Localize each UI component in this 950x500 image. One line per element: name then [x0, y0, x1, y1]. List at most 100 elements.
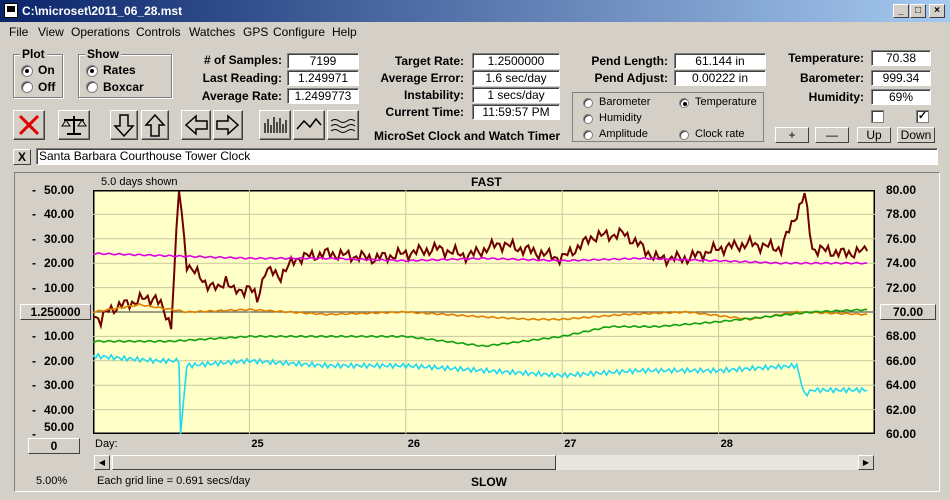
show-boxcar-radio[interactable] [86, 81, 98, 93]
menu-operations[interactable]: Operations [71, 25, 130, 39]
right-axis-label: 76.00 [886, 231, 917, 246]
shift-right-button[interactable] [213, 110, 243, 140]
left-axis-dash: - [32, 378, 36, 393]
shift-left-button[interactable] [181, 110, 211, 140]
left-axis-dash: - [32, 231, 36, 246]
close-x-icon [18, 114, 40, 136]
scroll-thumb[interactable] [112, 455, 556, 470]
chart-top-caption: FAST [471, 175, 502, 189]
menu-controls[interactable]: Controls [136, 25, 181, 39]
left-axis-label: 30.00 [44, 378, 75, 393]
temperature-radio[interactable] [679, 98, 689, 108]
right-axis-label: 80.00 [886, 183, 917, 197]
barometer-value: 999.34 [871, 70, 931, 86]
horizontal-scrollbar[interactable]: ◀ ▶ [93, 454, 875, 471]
x-axis-label: Day: [95, 438, 118, 450]
left-axis-label: 10.00 [44, 280, 75, 295]
left-axis-label: 40.00 [44, 402, 75, 417]
menu-gps[interactable]: GPS [243, 25, 268, 39]
left-axis-dash: - [32, 280, 36, 295]
plot-off-radio[interactable] [21, 81, 33, 93]
right-axis-label: 68.00 [886, 329, 917, 344]
right-axis-label: 66.00 [886, 353, 917, 368]
menu-view[interactable]: View [38, 25, 64, 39]
center-rate-button[interactable]: 1.250000 [20, 304, 91, 320]
menu-watches[interactable]: Watches [189, 25, 235, 39]
amplitude-option-label: Amplitude [599, 128, 648, 140]
samples-value: 7199 [287, 53, 359, 69]
samples-label: # of Samples: [203, 53, 282, 67]
humidity-option-label: Humidity [599, 112, 642, 124]
humidity-radio[interactable] [583, 114, 593, 124]
target-rate-value: 1.2500000 [472, 53, 560, 69]
barometer-radio[interactable] [583, 98, 593, 108]
menu-file[interactable]: File [9, 25, 28, 39]
humidity-checkbox-1[interactable] [871, 110, 884, 123]
amplitude-radio[interactable] [583, 130, 593, 140]
maximize-button[interactable]: □ [910, 4, 926, 18]
x-axis-label: 28 [720, 438, 733, 450]
current-time-value: 11:59:57 PM [472, 104, 560, 120]
description-clear-button[interactable]: X [13, 149, 31, 165]
left-axis-dash: - [32, 183, 36, 197]
temperature-value: 70.38 [871, 50, 931, 66]
title-bar[interactable]: C:\microset\2011_06_28.mst _ □ × [0, 0, 950, 22]
shift-up-button[interactable] [141, 110, 169, 140]
close-window-button[interactable]: × [929, 4, 945, 18]
left-axis-label: 40.00 [44, 207, 75, 222]
menu-help[interactable]: Help [332, 25, 357, 39]
smooth-graph-button[interactable] [327, 110, 359, 140]
minimize-button[interactable]: _ [893, 4, 909, 18]
left-axis-dash: - [32, 207, 36, 222]
plot-off-label: Off [38, 80, 56, 94]
x-axis-label: 27 [564, 438, 577, 450]
average-rate-value: 1.2499773 [287, 88, 359, 104]
scroll-right-button[interactable]: ▶ [858, 455, 874, 470]
right-center-button[interactable]: 70.00 [880, 304, 936, 320]
scale-down-button[interactable]: Down [897, 127, 935, 143]
right-axis-label: 60.00 [886, 427, 917, 441]
humidity-checkbox-2[interactable]: ✓ [916, 110, 929, 123]
barometer-option-label: Barometer [599, 96, 651, 108]
plot-on-radio[interactable] [21, 65, 33, 77]
instability-value: 1 secs/day [472, 87, 560, 103]
menu-bar: File View Operations Controls Watches GP… [0, 22, 950, 42]
left-axis-label: 10.00 [44, 329, 75, 344]
zoom-level: 5.00% [36, 475, 68, 487]
show-rates-radio[interactable] [86, 65, 98, 77]
wave-graph-icon [330, 119, 356, 133]
balance-button[interactable] [58, 110, 90, 140]
barometer-label: Barometer: [799, 71, 864, 85]
x-axis-label: 25 [251, 438, 264, 450]
pend-adjust-label: Pend Adjust: [594, 71, 668, 85]
shift-down-button[interactable] [110, 110, 138, 140]
stop-button[interactable] [13, 110, 45, 140]
right-axis-label: 64.00 [886, 378, 917, 393]
humidity-value: 69% [871, 89, 931, 105]
scale-up-button[interactable]: Up [857, 127, 891, 143]
scale-plus-button[interactable]: + [775, 127, 809, 143]
last-reading-value: 1.249971 [287, 70, 359, 86]
right-axis-label: 74.00 [886, 256, 917, 271]
menu-configure[interactable]: Configure [273, 25, 325, 39]
pend-length-value: 61.144 in [674, 53, 766, 69]
clock-rate-radio[interactable] [679, 130, 689, 140]
show-group-title: Show [85, 47, 121, 61]
plot-on-label: On [38, 63, 55, 77]
description-field[interactable]: Santa Barbara Courthouse Tower Clock [36, 148, 938, 165]
humidity-label: Humidity: [808, 90, 864, 104]
scale-minus-button[interactable]: — [815, 127, 849, 143]
line-graph-button[interactable] [293, 110, 325, 140]
app-icon[interactable] [4, 3, 18, 18]
temperature-option-label: Temperature [695, 96, 757, 108]
offset-value-button[interactable]: 0 [28, 438, 80, 454]
show-rates-label: Rates [103, 63, 136, 77]
bar-graph-icon [264, 117, 287, 133]
x-axis-label: 26 [407, 438, 421, 450]
temperature-label: Temperature: [788, 51, 864, 65]
chart-plot[interactable] [93, 190, 875, 434]
bar-graph-button[interactable] [259, 110, 291, 140]
instability-label: Instability: [403, 88, 464, 102]
scroll-left-button[interactable]: ◀ [94, 455, 110, 470]
show-group: Show Rates Boxcar [78, 47, 172, 98]
